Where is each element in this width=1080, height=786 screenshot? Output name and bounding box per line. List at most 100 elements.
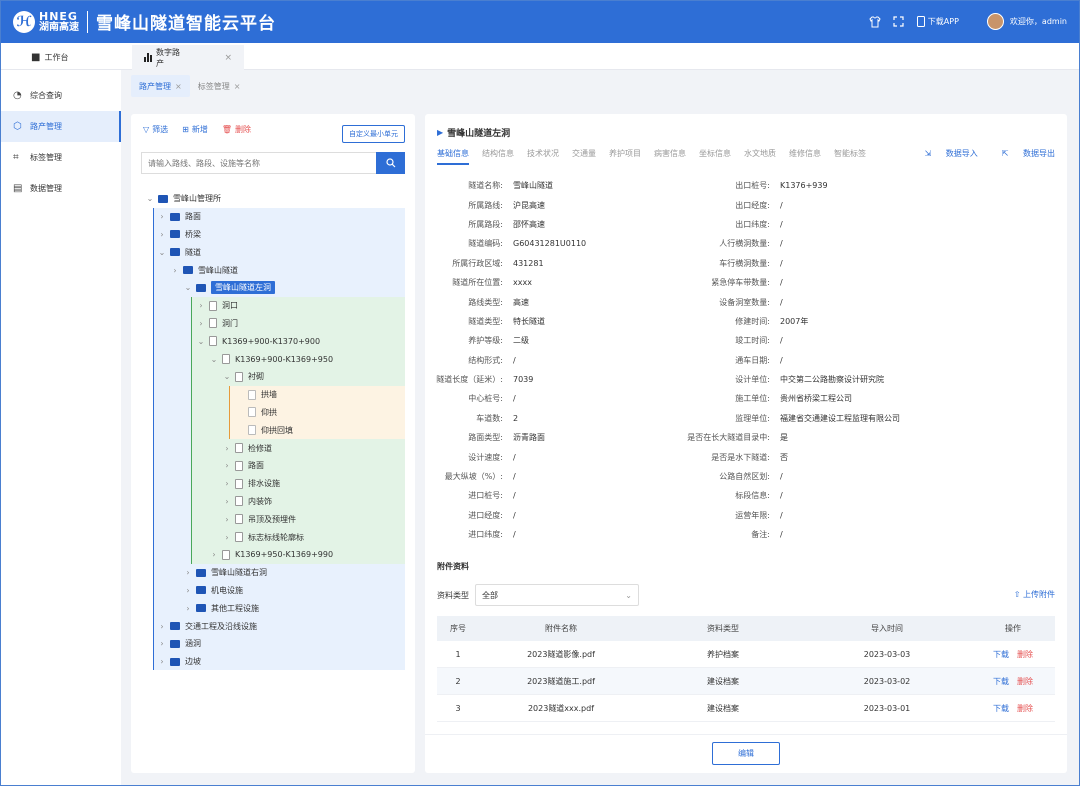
download-link[interactable]: 下载 (993, 650, 1009, 659)
info-label: 出口经度: (735, 200, 770, 210)
download-link[interactable]: 下载 (993, 704, 1009, 713)
folder-icon (196, 604, 206, 613)
tab-smart-tags[interactable]: 智能标签 (834, 148, 866, 165)
close-icon[interactable]: × (234, 82, 241, 91)
info-row: 竣工时间: / (645, 331, 900, 350)
tab-coordinate-info[interactable]: 坐标信息 (699, 148, 731, 165)
tree-node[interactable]: › 路面 (141, 457, 405, 475)
tab-basic-info[interactable]: 基础信息 (437, 148, 469, 165)
tree-node[interactable]: › 吊顶及预埋件 (141, 510, 405, 528)
tree-node[interactable]: › 排水设施 (141, 475, 405, 493)
tree-node[interactable]: ⌄ 衬砌 (141, 368, 405, 386)
tree-node[interactable]: › 涵洞 (141, 635, 405, 653)
sidebar-item-data-management[interactable]: ▤ 数据管理 (1, 173, 121, 204)
tab-repair-info[interactable]: 维修信息 (789, 148, 821, 165)
delete-link[interactable]: 删除 (1017, 650, 1033, 659)
tree-node[interactable]: 仰拱回填 (141, 421, 405, 439)
tree-node[interactable]: › 内装饰 (141, 493, 405, 511)
folder-icon (196, 568, 206, 577)
folder-icon (170, 657, 180, 666)
folder-icon (158, 194, 168, 203)
info-label: 进口桩号: (468, 491, 503, 501)
info-value: / (780, 530, 783, 540)
tree-node[interactable]: 拱墙 (141, 386, 405, 404)
shirt-icon[interactable] (867, 14, 883, 30)
tree-node[interactable]: ⌄ 隧道 (141, 243, 405, 261)
tree-node[interactable]: › 标志标线轮廓标 (141, 528, 405, 546)
tree-node[interactable]: › 其他工程设施 (141, 599, 405, 617)
tab-digital-assets[interactable]: 数字路产 × (132, 45, 244, 70)
info-row: 隧道编码: G60431281U0110 (425, 234, 586, 253)
sidebar-item-overview-query[interactable]: ◔ 综合查询 (1, 80, 121, 111)
tree-node[interactable]: › 雪峰山隧道右洞 (141, 564, 405, 582)
tree-node[interactable]: › 路面 (141, 208, 405, 226)
close-icon[interactable]: × (224, 53, 232, 63)
upload-attachment-button[interactable]: ⇧ 上传附件 (1014, 589, 1055, 600)
table-row: 2 2023隧道施工.pdf 建设档案 2023-03-02 下载 删除 (437, 668, 1055, 695)
subtab-asset-management[interactable]: 路产管理 × (131, 75, 190, 97)
tree-node[interactable]: › 洞口 (141, 297, 405, 315)
search-button[interactable] (376, 152, 405, 174)
tree-node[interactable]: 仰拱 (141, 404, 405, 422)
table-header: 序号 附件名称 资料类型 导入时间 操作 (437, 616, 1055, 641)
info-value: 2 (513, 413, 519, 423)
tab-structure-info[interactable]: 结构信息 (482, 148, 514, 165)
delete-link[interactable]: 删除 (1017, 677, 1033, 686)
info-row: 公路自然区划: / (645, 467, 900, 486)
tab-maintenance-projects[interactable]: 养护项目 (609, 148, 641, 165)
chevron-right-icon: › (225, 496, 229, 506)
delete-link[interactable]: 删除 (1017, 704, 1033, 713)
info-label: 路线类型: (468, 297, 503, 307)
tree-node[interactable]: › 雪峰山隧道 (141, 261, 405, 279)
tab-defect-info[interactable]: 病害信息 (654, 148, 686, 165)
edit-button[interactable]: 编辑 (712, 742, 780, 765)
info-value: 431281 (513, 258, 544, 268)
tree-node[interactable]: › 洞门 (141, 315, 405, 333)
info-label: 通车日期: (735, 355, 770, 365)
doc-type-select[interactable]: 全部 ⌄ (475, 584, 639, 606)
doc-type-label: 资料类型 (437, 590, 469, 600)
tree-node[interactable]: › 交通工程及沿线设施 (141, 617, 405, 635)
add-button[interactable]: ⊞ 新增 (182, 124, 208, 135)
tree-node[interactable]: ⌄ 雪峰山管理所 (141, 190, 405, 208)
close-icon[interactable]: × (175, 82, 182, 91)
custom-min-unit-button[interactable]: 自定义最小单元 (342, 125, 405, 143)
tree-node[interactable]: › K1369+950-K1369+990 (141, 546, 405, 564)
filter-button[interactable]: ▽ 筛选 (143, 124, 168, 135)
document-icon (209, 300, 217, 311)
detail-title: ▶ 雪峰山隧道左洞 (437, 128, 511, 139)
info-row: 设计速度: / (425, 447, 586, 466)
tree-node[interactable]: › 检修道 (141, 439, 405, 457)
tree-node-selected[interactable]: ⌄ 雪峰山隧道左洞 (141, 279, 405, 297)
sidebar-item-tag-management[interactable]: ⌗ 标签管理 (1, 142, 121, 173)
tree-node[interactable]: › 桥梁 (141, 226, 405, 244)
detail-panel: ▶ 雪峰山隧道左洞 基础信息 结构信息 技术状况 交通量 养护项目 病害信息 坐… (425, 114, 1067, 773)
tab-tech-status[interactable]: 技术状况 (527, 148, 559, 165)
tree-node[interactable]: › 机电设施 (141, 582, 405, 600)
search-icon (385, 158, 395, 168)
tab-traffic[interactable]: 交通量 (572, 148, 596, 165)
pie-chart-icon: ◔ (13, 90, 22, 101)
fullscreen-icon[interactable] (891, 14, 907, 30)
tree-search-input[interactable] (141, 152, 376, 174)
tree-node[interactable]: › 边坡 (141, 653, 405, 671)
delete-button[interactable]: 🗑 删除 (222, 124, 251, 135)
info-label: 修建时间: (735, 316, 770, 326)
tree-node[interactable]: ⌄ K1369+900-K1369+950 (141, 350, 405, 368)
info-row: 修建时间: 2007年 (645, 312, 900, 331)
sidebar-item-asset-management[interactable]: ⬡ 路产管理 (1, 111, 121, 142)
tab-hydro-geology[interactable]: 水文地质 (744, 148, 776, 165)
tree-node[interactable]: ⌄ K1369+900-K1370+900 (141, 332, 405, 350)
subtab-tag-management[interactable]: 标签管理 × (190, 75, 249, 97)
download-app-link[interactable]: 下载APP (916, 16, 959, 27)
folder-icon (170, 622, 180, 631)
data-import-button[interactable]: ⇲ 数据导入 (913, 148, 978, 159)
folder-icon (170, 212, 180, 221)
download-link[interactable]: 下载 (993, 677, 1009, 686)
data-export-button[interactable]: ⇱ 数据导出 (990, 148, 1055, 159)
avatar[interactable] (986, 13, 1004, 30)
info-label: 所属路段: (468, 219, 503, 229)
info-value: / (513, 394, 516, 404)
tab-workbench[interactable]: ■ 工作台 (19, 45, 129, 70)
asset-tree: ⌄ 雪峰山管理所 › 路面 › 桥梁 ⌄ 隧道 › 雪峰山隧道 ⌄ 雪峰山隧道左洞 › 洞口 … (141, 190, 405, 671)
